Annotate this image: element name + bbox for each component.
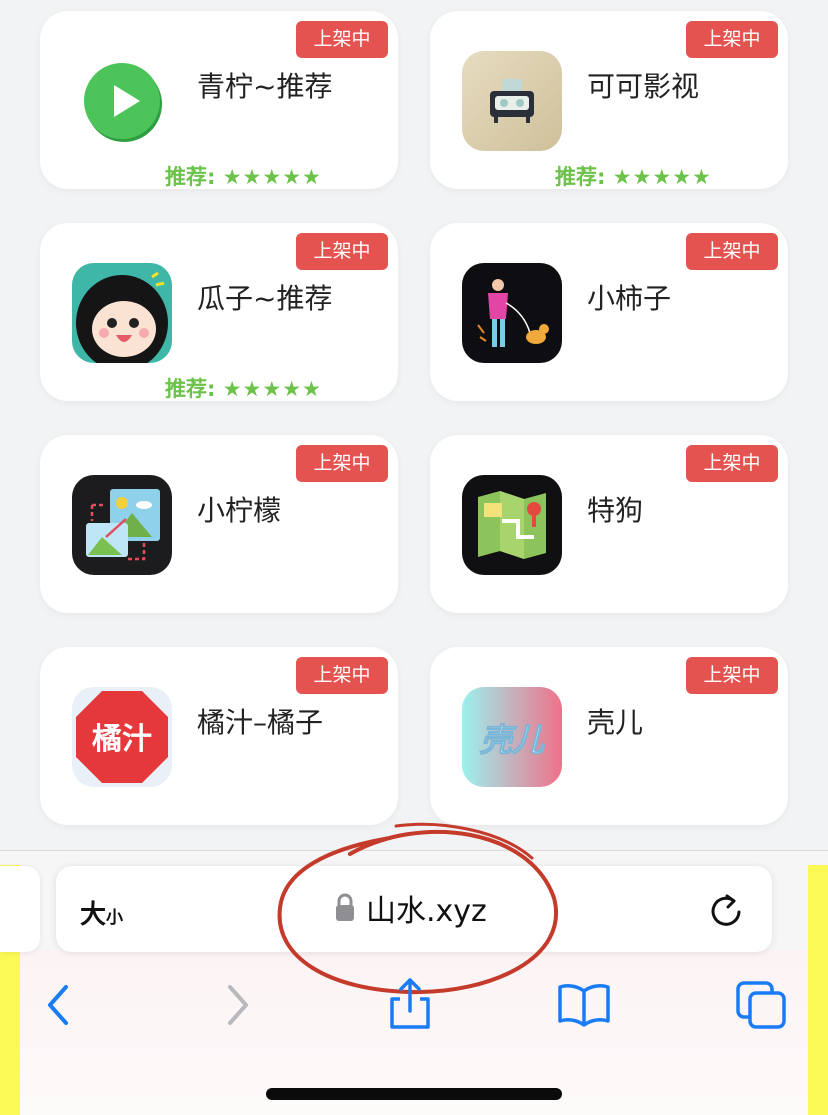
status-badge: 上架中 — [686, 445, 778, 482]
photo-frames-icon[interactable] — [72, 475, 172, 575]
app-name: 小柠檬 — [197, 494, 282, 527]
app-card-juzhi[interactable]: 上架中 橘汁 橘汁–橘子 — [40, 647, 398, 825]
home-indicator[interactable] — [266, 1088, 562, 1100]
app-card-qingning[interactable]: 上架中 青柠~推荐 推荐: ★★★★★ — [40, 11, 398, 189]
app-card-keke[interactable]: 上架中 可可影视 推荐: ★★★★★ — [430, 11, 788, 189]
tv-set-icon[interactable] — [462, 51, 562, 151]
status-badge: 上架中 — [686, 21, 778, 58]
status-badge: 上架中 — [686, 233, 778, 270]
app-name: 青柠~推荐 — [197, 70, 333, 103]
status-badge: 上架中 — [296, 21, 388, 58]
star-rating: ★★★★★ — [612, 165, 712, 189]
recommend-rating: 推荐: ★★★★★ — [555, 161, 712, 189]
app-name: 瓜子~推荐 — [197, 282, 333, 315]
bookmarks-icon[interactable] — [554, 975, 614, 1035]
lock-icon — [336, 893, 354, 921]
app-name: 橘汁–橘子 — [197, 706, 324, 739]
star-rating: ★★★★★ — [222, 165, 322, 189]
red-octagon-icon[interactable]: 橘汁 — [72, 687, 172, 787]
app-card-keer[interactable]: 上架中 壳儿 壳儿 — [430, 647, 788, 825]
tabs-icon[interactable] — [732, 975, 792, 1035]
previous-tab-preview[interactable] — [0, 866, 40, 952]
map-icon[interactable] — [462, 475, 562, 575]
gradient-logo-icon[interactable]: 壳儿 — [462, 687, 562, 787]
app-name: 壳儿 — [587, 706, 644, 739]
cartoon-girl-icon[interactable] — [72, 263, 172, 363]
status-badge: 上架中 — [686, 657, 778, 694]
text-size-small: 小 — [106, 908, 124, 928]
recommend-rating: 推荐: ★★★★★ — [165, 161, 322, 189]
share-icon[interactable] — [380, 975, 440, 1035]
app-card-tegou[interactable]: 上架中 特狗 — [430, 435, 788, 613]
text-size-large: 大 — [80, 900, 107, 930]
app-name: 特狗 — [587, 494, 644, 527]
address-bar[interactable]: 大小 山水.xyz — [56, 866, 772, 952]
recommend-rating: 推荐: ★★★★★ — [165, 373, 322, 401]
status-badge: 上架中 — [296, 657, 388, 694]
text-size-button[interactable]: 大小 — [80, 894, 123, 931]
recommend-label: 推荐: — [165, 377, 216, 401]
app-card-xiaoningmeng[interactable]: 上架中 小柠檬 — [40, 435, 398, 613]
app-card-xiaoshizi[interactable]: 上架中 小柿子 — [430, 223, 788, 401]
green-play-icon[interactable] — [72, 51, 172, 151]
recommend-label: 推荐: — [165, 165, 216, 189]
app-grid: 上架中 青柠~推荐 推荐: ★★★★★ 上架中 可可影视 推荐: ★★★★★ 上… — [0, 0, 828, 850]
app-card-guazi[interactable]: 上架中 瓜子~推荐 推荐: ★★★★★ — [40, 223, 398, 401]
recommend-label: 推荐: — [555, 165, 606, 189]
icon-text: 壳儿 — [480, 721, 545, 759]
url-display[interactable]: 山水.xyz — [334, 888, 487, 929]
yellow-edge-right — [808, 865, 828, 1115]
icon-text: 橘汁 — [92, 722, 152, 757]
status-badge: 上架中 — [296, 233, 388, 270]
status-badge: 上架中 — [296, 445, 388, 482]
app-name: 可可影视 — [587, 70, 700, 103]
reload-icon[interactable] — [706, 890, 746, 930]
woman-with-dog-icon[interactable] — [462, 263, 562, 363]
forward-icon[interactable] — [210, 975, 270, 1035]
app-name: 小柿子 — [587, 282, 672, 315]
back-icon[interactable] — [30, 975, 90, 1035]
star-rating: ★★★★★ — [222, 377, 322, 401]
url-text: 山水.xyz — [366, 894, 487, 929]
